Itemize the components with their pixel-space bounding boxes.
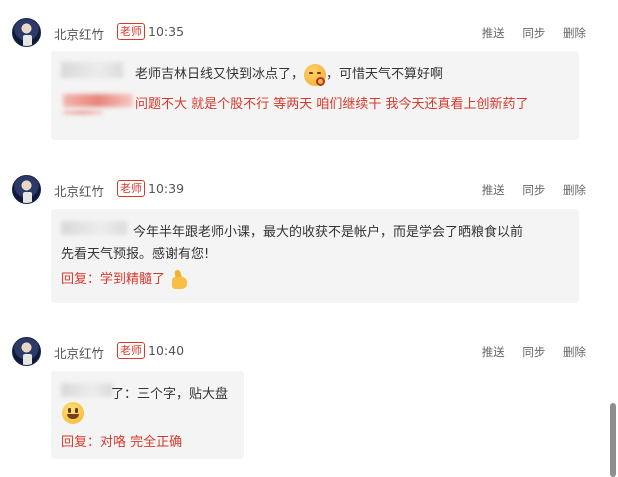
comment-bubble: 今年半年跟老师小课，最大的收获不是帐户，而是学会了晒粮食以前 先看天气预报。感谢… [51, 209, 579, 303]
blurred-username [61, 62, 123, 78]
comment-text-part1: 老师吉林日线又快到冰点了， [135, 67, 305, 82]
post-actions: 推送 同步 删除 [468, 25, 586, 41]
post-time: 10:39 [148, 181, 185, 196]
avatar[interactable] [12, 337, 41, 366]
delete-button[interactable]: 删除 [563, 183, 586, 197]
comment-text-part2: ，可惜天气不算好啊 [326, 67, 444, 82]
kiss-emoji-icon [304, 63, 327, 86]
author-name[interactable]: 北京红竹 [54, 24, 104, 43]
teacher-badge: 老师 [117, 342, 145, 359]
blurred-username [61, 383, 113, 397]
post-header: 北京红竹 老师 10:40 推送 同步 删除 [12, 337, 592, 367]
smile-emoji-icon [62, 402, 84, 424]
avatar[interactable] [12, 175, 41, 204]
avatar[interactable] [12, 18, 41, 47]
reply-text: 问题不大 就是个股不行 等两天 咱们继续干 我今天还真看上创新药了 [135, 97, 529, 112]
push-button[interactable]: 推送 [482, 345, 505, 359]
reply-label: 回复：学到精髓了 [61, 272, 166, 287]
post-time: 10:40 [148, 343, 185, 358]
sync-button[interactable]: 同步 [522, 345, 545, 359]
delete-button[interactable]: 删除 [563, 26, 586, 40]
sync-button[interactable]: 同步 [522, 183, 545, 197]
comment-text-line2: 先看天气预报。感谢有您! [61, 247, 210, 262]
post-actions: 推送 同步 删除 [468, 344, 586, 360]
comment-bubble: 老师吉林日线又快到冰点了， ，可惜天气不算好啊 问题不大 就是个股不行 等两天 咱… [51, 51, 579, 140]
push-button[interactable]: 推送 [482, 183, 505, 197]
reply-text: 回复：对咯 完全正确 [61, 435, 183, 450]
scrollbar[interactable] [610, 403, 616, 477]
comment-text-line1: 今年半年跟老师小课，最大的收获不是帐户，而是学会了晒粮食以前 [133, 225, 524, 240]
blurred-reply-prefix [63, 94, 133, 107]
author-name[interactable]: 北京红竹 [54, 181, 104, 200]
post-actions: 推送 同步 删除 [468, 182, 586, 198]
delete-button[interactable]: 删除 [563, 345, 586, 359]
sync-button[interactable]: 同步 [522, 26, 545, 40]
comment-text: 老师吉林日线又快到冰点了， ，可惜天气不算好啊 [135, 63, 443, 86]
post-time: 10:35 [148, 24, 185, 39]
teacher-badge: 老师 [117, 23, 145, 40]
teacher-badge: 老师 [117, 180, 145, 197]
thumbs-up-icon [169, 270, 189, 290]
push-button[interactable]: 推送 [482, 26, 505, 40]
comment-text: 了：三个字，贴大盘 [111, 387, 229, 402]
post-header: 北京红竹 老师 10:39 推送 同步 删除 [12, 175, 592, 205]
blurred-reply-underline [63, 111, 103, 114]
comment-bubble: 了：三个字，贴大盘 回复：对咯 完全正确 [51, 371, 244, 459]
blurred-username [61, 221, 127, 235]
post-header: 北京红竹 老师 10:35 推送 同步 删除 [12, 18, 592, 48]
reply-text: 回复：学到精髓了 [61, 268, 189, 290]
author-name[interactable]: 北京红竹 [54, 343, 104, 362]
